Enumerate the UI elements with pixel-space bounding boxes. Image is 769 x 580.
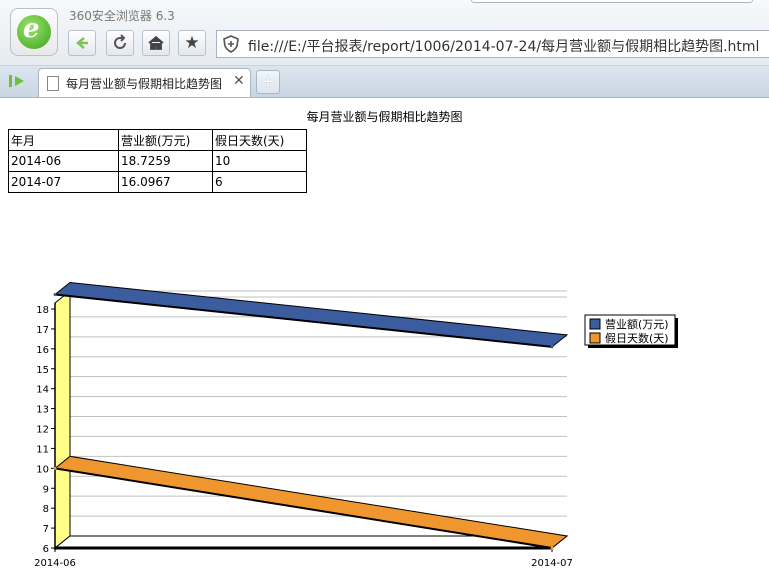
- table-cell: 10: [212, 150, 307, 172]
- legend-swatch: [589, 318, 601, 330]
- series-ribbon-1: [53, 455, 569, 549]
- legend-swatch: [589, 332, 601, 344]
- side-wall: [54, 289, 71, 550]
- data-table: 年月 营业额(万元) 假日天数(天) 2014-06 18.7259 10 20…: [8, 129, 307, 193]
- refresh-button[interactable]: [106, 30, 134, 56]
- x-tick-label: 2014-07: [531, 558, 573, 569]
- browser-logo-icon[interactable]: e: [10, 8, 58, 56]
- table-header-cell: 营业额(万元): [118, 129, 213, 151]
- browser-title: 360安全浏览器 6.3: [69, 9, 175, 23]
- series-line-0: [54, 293, 553, 348]
- tab-active[interactable]: 每月营业额与假期相比趋势图 ✕: [38, 68, 251, 97]
- table-header-cell: 假日天数(天): [212, 129, 307, 151]
- y-tick-label: 16: [36, 345, 49, 356]
- y-tick-label: 18: [36, 305, 49, 316]
- table-cell: 16.0967: [118, 171, 213, 193]
- data-point: [550, 345, 554, 349]
- table-row: 2014-07 16.0967 6: [8, 171, 307, 193]
- x-tick-label: 2014-06: [34, 558, 76, 569]
- tab-label: 每月营业额与假期相比趋势图: [66, 77, 223, 91]
- back-icon: [76, 37, 88, 49]
- legend: 营业额(万元)假日天数(天): [584, 314, 678, 348]
- y-tick-label: 7: [43, 524, 49, 535]
- tab-bar: 每月营业额与假期相比趋势图 ✕ +: [0, 66, 769, 98]
- page-title: 每月营业额与假期相比趋势图: [306, 110, 463, 124]
- y-tick-label: 8: [43, 504, 49, 515]
- y-tick-label: 9: [43, 484, 49, 495]
- favorite-button[interactable]: ★: [178, 30, 206, 56]
- back-button[interactable]: [68, 30, 96, 56]
- y-tick-label: 14: [36, 385, 49, 396]
- page-icon: [47, 76, 59, 91]
- table-header-cell: 年月: [8, 129, 119, 151]
- table-header-row: 年月 营业额(万元) 假日天数(天): [8, 129, 307, 151]
- table-cell: 2014-07: [8, 171, 119, 193]
- data-point: [53, 466, 57, 470]
- y-tick-label: 17: [36, 325, 49, 336]
- y-tick-label: 15: [36, 365, 49, 376]
- sidebar-toggle-icon[interactable]: [8, 73, 28, 89]
- new-tab-icon[interactable]: +: [256, 70, 280, 94]
- table-cell: 6: [212, 171, 307, 193]
- y-tick-label: 11: [36, 444, 49, 455]
- home-icon: [148, 35, 164, 50]
- data-point: [550, 546, 554, 550]
- table-row: 2014-06 18.7259 10: [8, 150, 307, 172]
- favorite-star-icon: ★: [184, 33, 200, 53]
- table-cell: 18.7259: [118, 150, 213, 172]
- address-bar[interactable]: file:///E:/平台报表/report/1006/2014-07-24/每…: [216, 30, 769, 58]
- home-button[interactable]: [142, 30, 170, 56]
- y-tick-label: 10: [36, 464, 49, 475]
- url-text[interactable]: file:///E:/平台报表/report/1006/2014-07-24/每…: [248, 36, 759, 56]
- legend-label: 假日天数(天): [605, 331, 669, 345]
- trend-chart: 6 7 8 9 10 11 12 13 14 15 16 17 18 2014-06 2014-07 营业额(…: [34, 282, 678, 569]
- security-shield-icon[interactable]: [222, 35, 240, 53]
- search-box[interactable]: [471, 0, 753, 3]
- table-cell: 2014-06: [8, 150, 119, 172]
- legend-label: 营业额(万元): [605, 317, 669, 331]
- data-point: [53, 293, 57, 297]
- refresh-icon: [114, 34, 126, 49]
- browser-toolbar: e 360安全浏览器 6.3 ★ file:///E:/平台报表/report/…: [0, 0, 769, 66]
- y-tick-label: 12: [36, 425, 49, 436]
- y-tick-label: 13: [36, 405, 49, 416]
- close-icon[interactable]: ✕: [233, 73, 245, 89]
- y-tick-label: 6: [43, 544, 49, 555]
